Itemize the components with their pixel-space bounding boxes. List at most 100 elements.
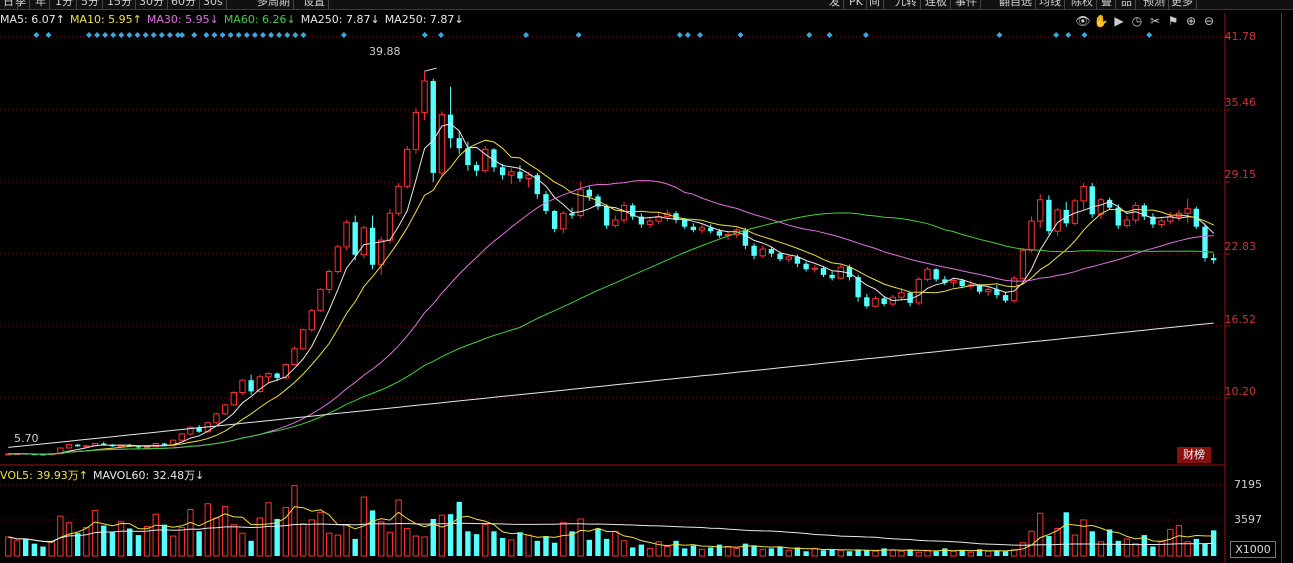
signal-diamond xyxy=(110,32,117,38)
candle-body xyxy=(75,444,81,447)
volume-bar xyxy=(334,534,342,557)
volume-bar xyxy=(612,530,619,557)
volume-bar xyxy=(682,548,688,556)
signal-diamond xyxy=(697,32,704,38)
volume-unit-label: X1000 xyxy=(1230,541,1276,558)
volume-bar xyxy=(48,541,55,557)
volume-bar xyxy=(152,513,159,557)
candle-body xyxy=(690,226,697,231)
candle-body xyxy=(430,81,436,173)
price-tick-label: 29.15 xyxy=(1224,168,1257,181)
volume-bar xyxy=(5,536,12,557)
signal-diamond xyxy=(118,32,125,38)
volume-bar xyxy=(1150,546,1156,556)
volume-bar xyxy=(915,551,923,557)
volume-bar xyxy=(248,540,254,556)
volume-bar xyxy=(751,545,757,556)
candle-body xyxy=(274,373,280,378)
candle-body xyxy=(291,348,298,366)
signal-diamond xyxy=(676,32,683,38)
candle-body xyxy=(560,212,567,230)
candle-body xyxy=(837,266,844,279)
volume-bar xyxy=(101,525,107,556)
volume-bar xyxy=(1071,534,1079,557)
volume-bar xyxy=(629,547,636,556)
candle-body xyxy=(378,239,385,266)
candle-body xyxy=(803,263,809,270)
volume-bar xyxy=(898,550,905,557)
candle-body xyxy=(465,148,471,166)
candle-body xyxy=(569,213,575,216)
candle-body xyxy=(864,297,870,307)
ma10-line xyxy=(8,139,1214,455)
signal-diamond xyxy=(737,32,744,38)
volume-bar xyxy=(967,551,975,557)
signal-diamond xyxy=(806,32,813,38)
candle-body xyxy=(1054,209,1061,232)
candle-body xyxy=(221,404,229,415)
candle-body xyxy=(473,165,480,171)
volume-bar xyxy=(603,538,610,556)
volume-bar xyxy=(837,549,844,557)
volume-bar xyxy=(1063,512,1069,556)
candle-body xyxy=(352,222,358,255)
peak-price-label: 39.88 xyxy=(369,45,401,58)
volume-bar xyxy=(933,551,939,556)
volume-bar xyxy=(456,501,462,556)
volume-bar xyxy=(265,502,272,557)
candle-body xyxy=(248,380,254,392)
volume-bar xyxy=(65,522,73,557)
candle-body xyxy=(1080,185,1087,202)
volume-bar xyxy=(864,550,870,556)
vol-legend-item-0: VOL5: 39.93万↑ xyxy=(0,469,89,482)
volume-bar xyxy=(889,549,897,557)
candle-body xyxy=(1028,220,1035,251)
volume-bar xyxy=(724,546,732,557)
volume-bar xyxy=(421,536,428,557)
candle-body xyxy=(915,278,923,304)
candle-body xyxy=(282,364,290,379)
low-price-label: 5.70 xyxy=(14,432,39,445)
candle-body xyxy=(369,227,376,265)
volume-bar xyxy=(829,549,835,556)
candle-body xyxy=(881,298,887,305)
candle-body xyxy=(343,221,350,248)
candle-body xyxy=(872,297,879,307)
signal-diamond xyxy=(1081,32,1088,38)
candle-body xyxy=(525,174,532,180)
signal-diamond xyxy=(300,32,307,38)
candle-body xyxy=(768,249,775,254)
volume-bar xyxy=(499,537,506,556)
volume-bar xyxy=(239,532,246,557)
volume-bar xyxy=(308,519,316,557)
volume-bar xyxy=(117,521,125,557)
signal-diamond xyxy=(826,32,833,38)
candle-body xyxy=(682,219,688,227)
volume-bar xyxy=(256,517,263,557)
volume-bar xyxy=(325,532,333,557)
candle-body xyxy=(603,206,610,226)
volume-bar xyxy=(785,549,792,557)
volume-bar xyxy=(777,546,783,556)
candle-body xyxy=(924,268,931,280)
signal-diamond xyxy=(1065,32,1072,38)
volume-bar xyxy=(985,550,992,557)
candle-body xyxy=(551,211,558,229)
candle-body xyxy=(65,444,73,449)
volume-bar xyxy=(1054,527,1061,557)
price-tick-label: 41.78 xyxy=(1224,30,1257,43)
volume-bar xyxy=(638,544,645,556)
candle-body xyxy=(438,114,446,174)
volume-bar xyxy=(378,521,385,557)
candle-body xyxy=(395,185,402,214)
volume-bar xyxy=(491,531,497,556)
volume-bar xyxy=(690,545,697,556)
caibang-button[interactable]: 财榜 xyxy=(1177,447,1211,463)
volume-bar xyxy=(803,551,809,556)
signal-diamond xyxy=(33,32,40,38)
candle-body xyxy=(447,114,454,139)
candle-body xyxy=(178,433,185,441)
volume-bar xyxy=(299,523,307,557)
candle-body xyxy=(1123,219,1131,227)
volume-bar xyxy=(1106,529,1113,556)
